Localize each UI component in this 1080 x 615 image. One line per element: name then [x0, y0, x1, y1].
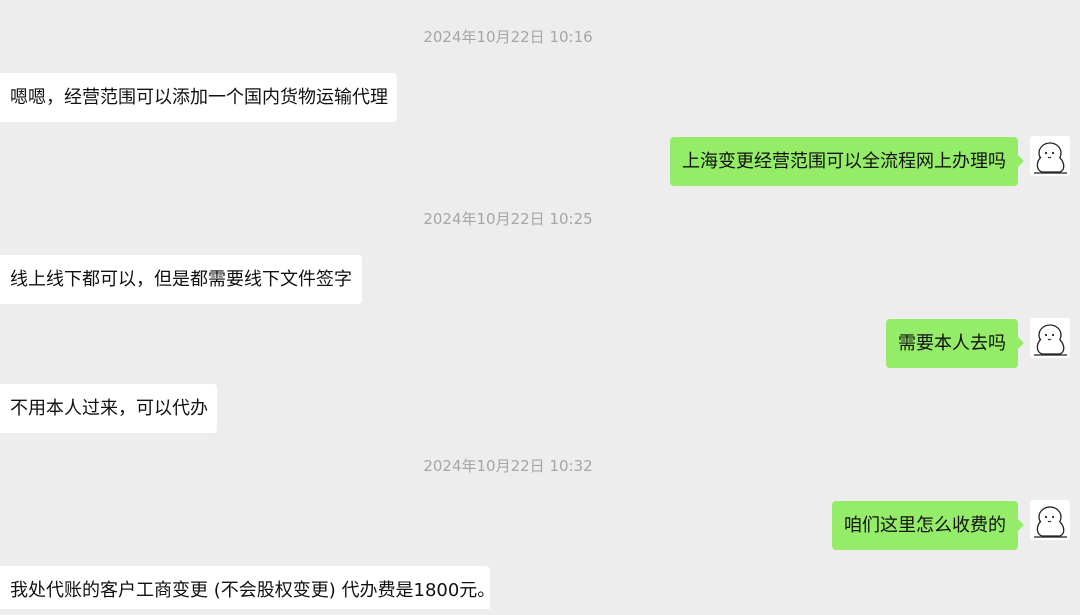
- cartoon-avatar-icon: [1034, 142, 1067, 174]
- incoming-message-bubble[interactable]: 不用本人过来，可以代办: [0, 384, 217, 433]
- incoming-message-bubble[interactable]: 线上线下都可以，但是都需要线下文件签字: [0, 255, 362, 304]
- cartoon-avatar-icon: [1034, 324, 1067, 356]
- incoming-message-bubble[interactable]: 嗯嗯，经营范围可以添加一个国内货物运输代理: [0, 73, 397, 122]
- timestamp: 2024年10月22日 10:32: [423, 457, 593, 475]
- chat-message-list[interactable]: 2024年10月22日 10:16 嗯嗯，经营范围可以添加一个国内货物运输代理 …: [0, 0, 1080, 609]
- user-avatar[interactable]: [1030, 136, 1070, 176]
- outgoing-message-bubble[interactable]: 需要本人去吗: [886, 319, 1024, 368]
- user-avatar[interactable]: [1030, 318, 1070, 358]
- incoming-message-bubble[interactable]: 我处代账的客户工商变更 (不会股权变更) 代办费是1800元。: [0, 566, 495, 609]
- outgoing-message-bubble[interactable]: 上海变更经营范围可以全流程网上办理吗: [670, 137, 1024, 186]
- timestamp: 2024年10月22日 10:16: [423, 28, 593, 46]
- timestamp: 2024年10月22日 10:25: [423, 210, 593, 228]
- user-avatar[interactable]: [1030, 500, 1070, 540]
- outgoing-message-bubble[interactable]: 咱们这里怎么收费的: [832, 501, 1024, 550]
- cartoon-avatar-icon: [1034, 506, 1067, 538]
